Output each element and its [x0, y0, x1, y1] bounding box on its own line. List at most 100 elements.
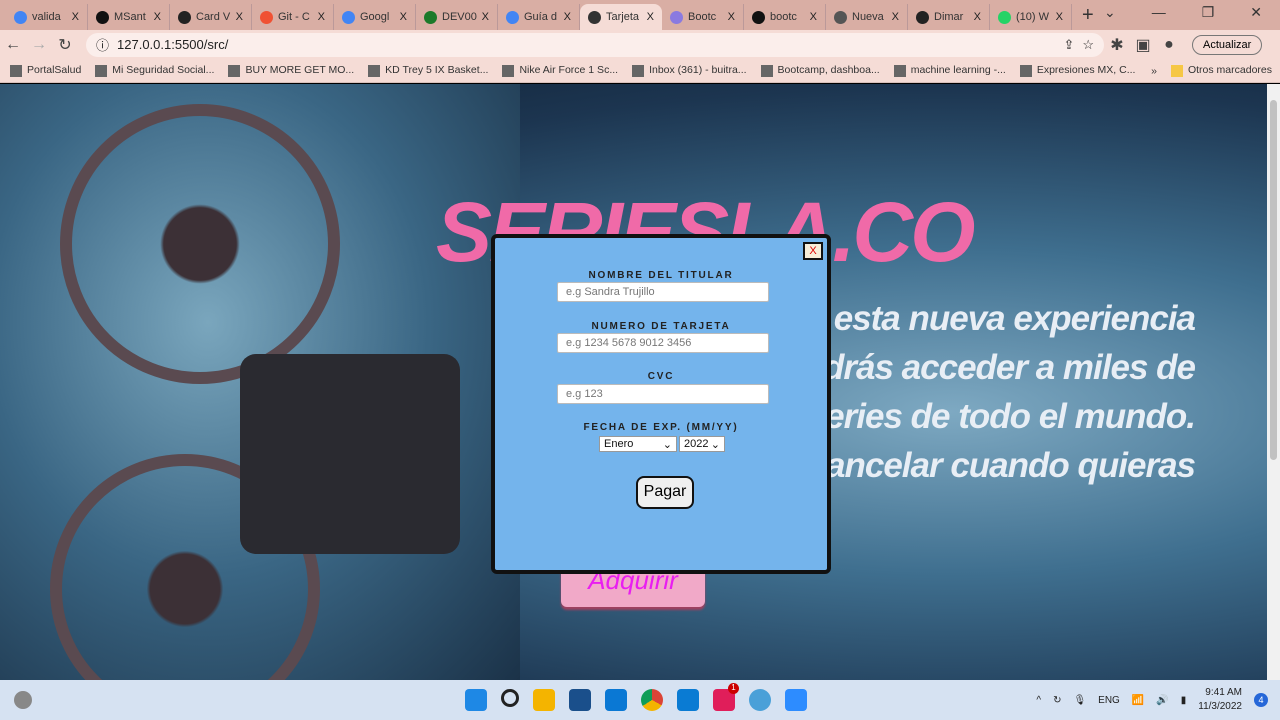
bookmark-item[interactable]: Mi Seguridad Social...	[95, 64, 214, 77]
slack-icon[interactable]: 1	[713, 683, 739, 711]
vscode-icon[interactable]	[677, 689, 699, 711]
bookmark-icon	[893, 64, 906, 77]
tab-favicon-icon	[96, 10, 109, 24]
payment-modal: X NOMBRE DEL TITULAR e.g Sandra Trujillo…	[491, 234, 831, 574]
battery-icon[interactable]: ▮	[1181, 695, 1187, 706]
year-select[interactable]: 2022 ⌄	[679, 436, 725, 452]
tab[interactable]: Guía d X	[498, 4, 580, 30]
tab-favicon-icon	[424, 10, 437, 24]
store-icon[interactable]	[569, 689, 591, 711]
bookmark-icon	[10, 64, 22, 77]
minimize-button[interactable]: —	[1152, 4, 1166, 21]
bookmarks-more-button[interactable]: »	[1151, 65, 1157, 77]
weather-icon[interactable]	[14, 691, 32, 709]
back-icon[interactable]: ←	[0, 36, 26, 54]
cortana-icon[interactable]	[605, 689, 627, 711]
tab-close-icon[interactable]: X	[974, 11, 981, 23]
close-modal-button[interactable]: X	[803, 242, 823, 260]
sync-icon[interactable]: ↻	[1053, 695, 1061, 706]
bookmark-item[interactable]: BUY MORE GET MO...	[228, 64, 354, 77]
forward-icon[interactable]: →	[26, 36, 52, 54]
chevron-up-icon[interactable]: ^	[1036, 695, 1041, 706]
tab-search-icon[interactable]: ⌄	[1104, 4, 1116, 21]
tab-favicon-icon	[506, 10, 519, 24]
tab[interactable]: valida X	[6, 4, 88, 30]
tab-close-icon[interactable]: X	[236, 11, 243, 23]
tab-close-icon[interactable]: X	[810, 11, 817, 23]
tab-close-icon[interactable]: X	[564, 11, 571, 23]
month-select[interactable]: Enero ⌄	[599, 436, 677, 452]
info-icon[interactable]: ⓘ	[96, 35, 109, 54]
share-icon[interactable]: ⇪	[1063, 37, 1074, 53]
bookmark-item[interactable]: KD Trey 5 IX Basket...	[368, 64, 489, 77]
page-scrollbar[interactable]	[1267, 84, 1280, 680]
maximize-button[interactable]: ❐	[1202, 4, 1215, 21]
card-number-input[interactable]: e.g 1234 5678 9012 3456	[557, 333, 769, 353]
tab[interactable]: Bootc X	[662, 4, 744, 30]
tab-close-icon[interactable]: X	[1056, 11, 1063, 23]
tab-title: Nueva	[852, 11, 884, 23]
tab[interactable]: (10) W X	[990, 4, 1072, 30]
tab-close-icon[interactable]: X	[400, 11, 407, 23]
bookmark-item[interactable]: Inbox (361) - buitra...	[632, 64, 747, 77]
tab-close-icon[interactable]: X	[892, 11, 899, 23]
bookmark-item[interactable]: machine learning -...	[893, 64, 1006, 77]
tab-favicon-icon	[834, 10, 847, 24]
star-icon[interactable]: ☆	[1082, 37, 1094, 53]
cvc-label: CVC	[647, 371, 675, 382]
tab[interactable]: Tarjeta X	[580, 4, 662, 30]
sidepanel-icon[interactable]: ▣	[1130, 35, 1156, 55]
bookmark-icon	[95, 64, 108, 77]
avatar[interactable]: ●	[1156, 36, 1182, 54]
bookmark-item[interactable]: Expresiones MX, C...	[1019, 64, 1135, 77]
notification-badge[interactable]: 4	[1254, 693, 1268, 707]
window-controls: ⌄ — ❐ ✕	[1086, 0, 1280, 25]
bookmark-label: KD Trey 5 IX Basket...	[385, 64, 489, 77]
tab[interactable]: Googl X	[334, 4, 416, 30]
tab-title: Dimar	[934, 11, 964, 23]
language-indicator[interactable]: ENG	[1098, 695, 1120, 706]
tab[interactable]: MSant X	[88, 4, 170, 30]
wifi-icon[interactable]: 📶	[1132, 695, 1144, 706]
update-button[interactable]: Actualizar	[1192, 34, 1263, 55]
tab-close-icon[interactable]: X	[482, 11, 489, 23]
file-explorer-icon[interactable]	[533, 689, 555, 711]
tab-close-icon[interactable]: X	[318, 11, 325, 23]
tab[interactable]: DEV00 X	[416, 4, 498, 30]
zoom-icon[interactable]	[785, 689, 807, 711]
tab[interactable]: Nueva X	[826, 4, 908, 30]
microphone-icon[interactable]: 🎙	[1073, 695, 1086, 706]
tab[interactable]: Dimar X	[908, 4, 990, 30]
cvc-input[interactable]: e.g 123	[557, 384, 769, 404]
extensions-icon[interactable]: ✱	[1104, 35, 1130, 55]
tab-close-icon[interactable]: X	[154, 11, 161, 23]
chrome-icon[interactable]	[641, 689, 663, 711]
holder-input[interactable]: e.g Sandra Trujillo	[557, 282, 769, 302]
clock[interactable]: 9:41 AM 11/3/2022	[1198, 686, 1242, 714]
tab-close-icon[interactable]: X	[647, 11, 654, 23]
tab[interactable]: Git - C X	[252, 4, 334, 30]
globe-app-icon[interactable]	[749, 689, 771, 711]
pay-button[interactable]: Pagar	[636, 476, 694, 509]
other-bookmarks-folder[interactable]: Otros marcadores	[1170, 64, 1272, 77]
bookmark-icon	[632, 64, 645, 77]
close-window-button[interactable]: ✕	[1250, 4, 1262, 21]
search-icon[interactable]	[501, 689, 519, 707]
scrollbar-thumb[interactable]	[1270, 100, 1277, 460]
tab[interactable]: Card V X	[170, 4, 252, 30]
bookmark-item[interactable]: PortalSalud	[10, 64, 81, 77]
month-value: Enero	[604, 438, 634, 450]
url-input[interactable]: ⓘ 127.0.0.1:5500/src/ ⇪ ☆	[86, 32, 1104, 57]
bookmark-item[interactable]: Bootcamp, dashboa...	[760, 64, 880, 77]
reload-icon[interactable]: ↻	[52, 35, 78, 55]
bookmark-item[interactable]: Nike Air Force 1 Sc...	[502, 64, 618, 77]
bookmark-icon	[228, 64, 241, 77]
tab-close-icon[interactable]: X	[728, 11, 735, 23]
bookmark-icon	[502, 64, 515, 77]
tab-favicon-icon	[260, 10, 273, 24]
volume-icon[interactable]: 🔊	[1156, 695, 1168, 706]
tab[interactable]: bootc X	[744, 4, 826, 30]
tab-title: Bootc	[688, 11, 717, 23]
tab-close-icon[interactable]: X	[72, 11, 79, 23]
start-icon[interactable]	[465, 689, 487, 711]
